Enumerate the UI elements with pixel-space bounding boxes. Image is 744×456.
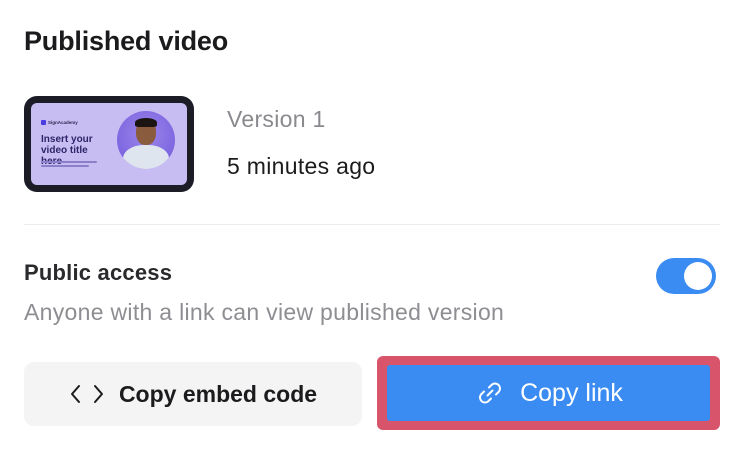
thumbnail-logo-text: SignAcademy xyxy=(48,120,78,125)
published-time: 5 minutes ago xyxy=(227,153,376,179)
published-video-panel: Published video SignAcademy Insert your … xyxy=(0,0,744,456)
thumbnail-subtitle-line xyxy=(41,161,97,163)
copy-link-button[interactable]: Copy link xyxy=(387,365,710,421)
presenter-avatar xyxy=(117,111,175,169)
avatar-body xyxy=(123,145,169,169)
avatar-hair xyxy=(135,118,157,127)
code-brackets-icon xyxy=(70,385,103,403)
logo-mark-icon xyxy=(41,120,46,125)
thumbnail-canvas: SignAcademy Insert your video title here xyxy=(31,103,187,185)
divider xyxy=(24,224,720,225)
video-thumbnail[interactable]: SignAcademy Insert your video title here xyxy=(24,96,194,192)
thumbnail-subtitle-line xyxy=(41,165,89,167)
panel-title: Published video xyxy=(24,26,229,56)
public-access-description: Anyone with a link can view published ve… xyxy=(24,299,505,325)
thumbnail-logo: SignAcademy xyxy=(41,120,78,125)
copy-embed-code-label: Copy embed code xyxy=(118,380,318,407)
copy-link-label: Copy link xyxy=(520,378,623,407)
copy-embed-code-button[interactable]: Copy embed code xyxy=(24,362,362,426)
toggle-knob xyxy=(684,262,712,290)
public-access-title: Public access xyxy=(24,260,173,285)
link-chain-icon xyxy=(479,382,502,404)
version-label: Version 1 xyxy=(227,106,326,132)
public-access-toggle[interactable] xyxy=(656,258,716,294)
